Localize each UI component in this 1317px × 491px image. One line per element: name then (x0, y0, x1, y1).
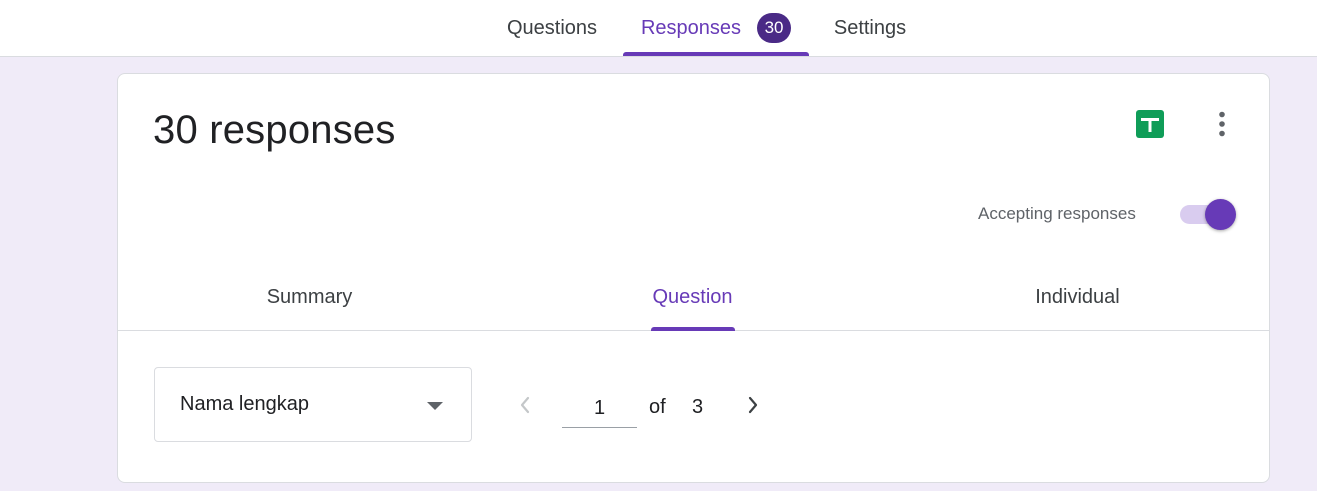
accepting-responses-toggle[interactable] (1178, 196, 1236, 232)
tab-settings-label: Settings (833, 16, 907, 39)
selected-question-label: Nama lengkap (180, 393, 309, 415)
tab-responses[interactable]: Responses 30 (623, 0, 809, 56)
page-number-input[interactable] (562, 390, 637, 428)
accepting-responses-label: Accepting responses (978, 204, 1136, 223)
active-tab-indicator (623, 52, 809, 56)
tab-questions[interactable]: Questions (490, 0, 614, 56)
responses-count-badge: 30 (757, 13, 792, 43)
responses-card: 30 responses Accepting responses Summary… (117, 73, 1270, 483)
tab-individual[interactable]: Individual (886, 264, 1269, 330)
tab-responses-label: Responses (640, 16, 742, 39)
top-tab-bar: Questions Responses 30 Settings (0, 0, 1317, 57)
previous-question-button[interactable] (507, 387, 543, 423)
tab-questions-label: Questions (506, 16, 598, 39)
tab-settings[interactable]: Settings (818, 0, 922, 56)
of-label: of (649, 396, 666, 418)
chevron-left-icon (520, 396, 530, 414)
toggle-thumb (1205, 199, 1236, 230)
responses-count-title: 30 responses (153, 108, 396, 152)
more-vert-icon (1219, 111, 1225, 137)
total-pages-label: 3 (692, 396, 704, 418)
google-sheets-icon (1136, 110, 1164, 138)
tab-question[interactable]: Question (501, 264, 884, 331)
response-view-tabs: Summary Question Individual (118, 264, 1269, 331)
active-subtab-indicator (651, 327, 735, 331)
arrow-drop-down-icon (427, 402, 443, 410)
link-to-sheets-button[interactable] (1124, 100, 1176, 148)
tab-question-label: Question (652, 285, 733, 308)
tab-summary-label: Summary (266, 285, 353, 308)
more-options-button[interactable] (1198, 100, 1246, 148)
question-select-dropdown[interactable]: Nama lengkap (154, 367, 472, 442)
chevron-right-icon (748, 396, 758, 414)
next-question-button[interactable] (735, 387, 771, 423)
tab-summary[interactable]: Summary (118, 264, 501, 330)
tab-individual-label: Individual (1035, 285, 1120, 308)
